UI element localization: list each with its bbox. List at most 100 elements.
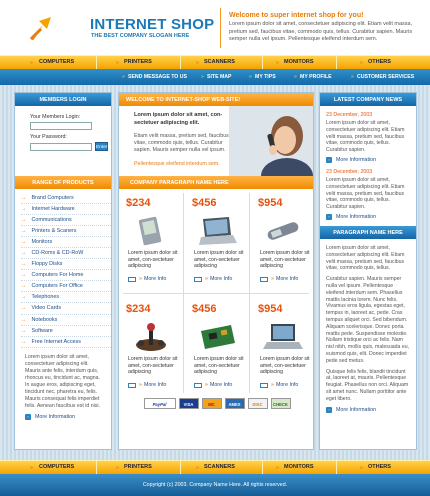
nav-item-printers[interactable]: PRINTERS: [124, 464, 152, 470]
bottom-nav: » COMPUTERS » PRINTERS » SCANNERS » MONI…: [0, 460, 430, 475]
category-label: Internet Hardware: [31, 206, 75, 213]
chevron-right-icon: »: [139, 382, 142, 388]
more-box-icon: [128, 382, 136, 388]
product-price: $234: [126, 197, 151, 209]
more-box-icon: [194, 382, 202, 388]
nav-item-others[interactable]: OTHERS: [368, 59, 391, 65]
category-item[interactable]: → Monitors: [21, 237, 111, 249]
product-more-info[interactable]: » More Info: [260, 276, 298, 282]
password-input[interactable]: [30, 142, 92, 151]
nav-item-site-map[interactable]: SITE MAP: [207, 74, 232, 80]
more-info-label: More Info: [275, 276, 299, 282]
category-item[interactable]: → Brand Computers: [21, 193, 111, 205]
nav-separator: [336, 56, 337, 70]
left-column: MEMBERS LOGIN Your Members Login: Your P…: [14, 92, 112, 450]
category-item[interactable]: → Printers & Scaners: [21, 226, 111, 238]
category-item[interactable]: → Software: [21, 326, 111, 337]
nav-item-printers[interactable]: PRINTERS: [124, 59, 152, 65]
notebook-icon: [263, 324, 303, 349]
bullet-icon: »: [116, 60, 119, 66]
more-info-label: More Information: [35, 413, 76, 420]
nav-item-scanners[interactable]: SCANNERS: [204, 464, 235, 470]
nav-item-computers[interactable]: COMPUTERS: [39, 59, 74, 65]
product-description: Lorem ipsum dolor sit amet, con-sectetue…: [128, 250, 178, 269]
login-input[interactable]: [30, 122, 92, 130]
category-item[interactable]: → Telephones: [21, 292, 111, 304]
paragraph-text-block: Lorem ipsum dolor sit amet, consectetuer…: [320, 239, 416, 413]
arrow-right-icon: ›: [25, 414, 31, 421]
category-label: Floppy Disks: [31, 261, 63, 268]
arrow-icon: →: [21, 239, 27, 246]
product-more-info[interactable]: » More Info: [128, 276, 166, 282]
nav-item-send-message[interactable]: SEND MESSAGE TO US: [128, 74, 187, 80]
paragraph-text: Lorem ipsum dolor sit amet, consectetuer…: [326, 244, 405, 272]
nav-item-my-tips[interactable]: MY TIPS: [255, 74, 276, 80]
category-item[interactable]: → Computers For Office: [21, 281, 111, 293]
arrow-icon: →: [21, 261, 27, 268]
left-paragraph: Lorem ipsum dolor sit amet, consectetuer…: [25, 353, 100, 409]
product-more-info[interactable]: » More Info: [194, 382, 232, 388]
login-label: Your Members Login:: [30, 114, 81, 120]
logo-arrow-icon: [30, 17, 51, 40]
category-item[interactable]: → Floppy Disks: [21, 259, 111, 271]
product-card[interactable]: $234 Lorem ipsum dolor sit amet, con-sec…: [121, 189, 181, 297]
chevron-right-icon: »: [271, 382, 274, 388]
arrow-icon: →: [21, 250, 27, 257]
woman-on-phone-photo: [229, 106, 313, 176]
nav-separator: [180, 461, 181, 475]
bullet-icon: »: [196, 465, 199, 471]
more-info-link[interactable]: › More Information: [25, 414, 105, 421]
login-form: Your Members Login: Your Password: Enter: [15, 106, 111, 176]
product-card[interactable]: $954 Lorem ipsum dolor sit amet, con-sec…: [253, 189, 313, 297]
more-info-link[interactable]: › More Information: [326, 213, 410, 220]
intro-bold-text: Lorem ipsum dolor sit amet, con-sectetue…: [134, 112, 223, 126]
logo-title: INTERNET SHOP: [90, 16, 215, 33]
nav-item-monitors[interactable]: MONITORS: [284, 464, 314, 470]
category-item[interactable]: → Communications: [21, 215, 111, 227]
more-info-link[interactable]: › More Information: [326, 156, 410, 163]
nav-item-others[interactable]: OTHERS: [368, 464, 391, 470]
category-item[interactable]: → Notebooks: [21, 315, 111, 326]
category-item[interactable]: → Internet Hardware: [21, 204, 111, 216]
product-card[interactable]: $234 Lorem ipsum dolor sit amet, con-sec…: [121, 295, 181, 403]
product-card[interactable]: $456 Lorem ipsum dolor sit amet, con-sec…: [187, 189, 247, 297]
products-heading: COMPANY PARAGRAPH NAME HERE: [119, 176, 313, 189]
nav-separator: [262, 461, 263, 475]
intro-link[interactable]: Pellentesque eleifend interdum sem.: [134, 161, 220, 167]
more-info-label: More Info: [143, 382, 167, 388]
bullet-icon: »: [30, 60, 33, 66]
category-item[interactable]: → CD-Roms & CD-RoW: [21, 248, 111, 260]
paragraph-text: Curabitur sapien. Mauris semper nulla ve…: [326, 276, 410, 364]
categories-heading: RANGE OF PRODUCTS: [15, 176, 111, 189]
product-more-info[interactable]: » More Info: [128, 382, 166, 388]
more-info-link[interactable]: › More Information: [326, 407, 410, 414]
news-list: 23 December, 2003 Lorem ipsum dolor sit …: [320, 106, 416, 220]
amex-logo: AMEX: [224, 397, 245, 409]
arrow-right-icon: ›: [326, 406, 332, 413]
product-more-info[interactable]: » More Info: [194, 276, 232, 282]
category-item[interactable]: → Free Internet Access: [21, 337, 111, 348]
center-heading: WELCOME TO INTERNET-SHOP WEB-SITE!: [119, 93, 313, 106]
nav-separator: [180, 56, 181, 70]
bullet-icon: »: [276, 465, 279, 471]
nav-item-my-profile[interactable]: MY PROFILE: [300, 74, 332, 80]
nav-item-computers[interactable]: COMPUTERS: [39, 464, 74, 470]
more-info-label: More Information: [336, 406, 377, 413]
category-label: Brand Computers: [31, 195, 74, 201]
product-card[interactable]: $456 Lorem ipsum dolor sit amet, con-sec…: [187, 295, 247, 403]
bullet-icon: »: [201, 74, 204, 80]
bullet-icon: »: [360, 465, 363, 471]
nav-item-scanners[interactable]: SCANNERS: [204, 59, 235, 65]
nav-item-monitors[interactable]: MONITORS: [284, 59, 314, 65]
product-price: $456: [192, 303, 217, 315]
news-date: 23 December, 2003: [326, 112, 373, 118]
nav-item-customer-services[interactable]: CUSTOMER SERVICES: [357, 74, 414, 80]
nav-separator: [96, 56, 97, 70]
product-card[interactable]: $954 Lorem ipsum dolor sit amet, con-sec…: [253, 295, 313, 403]
chevron-right-icon: »: [271, 276, 274, 282]
enter-button[interactable]: Enter: [95, 142, 109, 151]
category-item[interactable]: → Video Cards: [21, 303, 111, 315]
product-more-info[interactable]: » More Info: [260, 382, 298, 388]
copyright-text: Copyright (c) 2003. Company Name Here. A…: [142, 482, 288, 488]
category-item[interactable]: → Computers For Home: [21, 270, 111, 282]
